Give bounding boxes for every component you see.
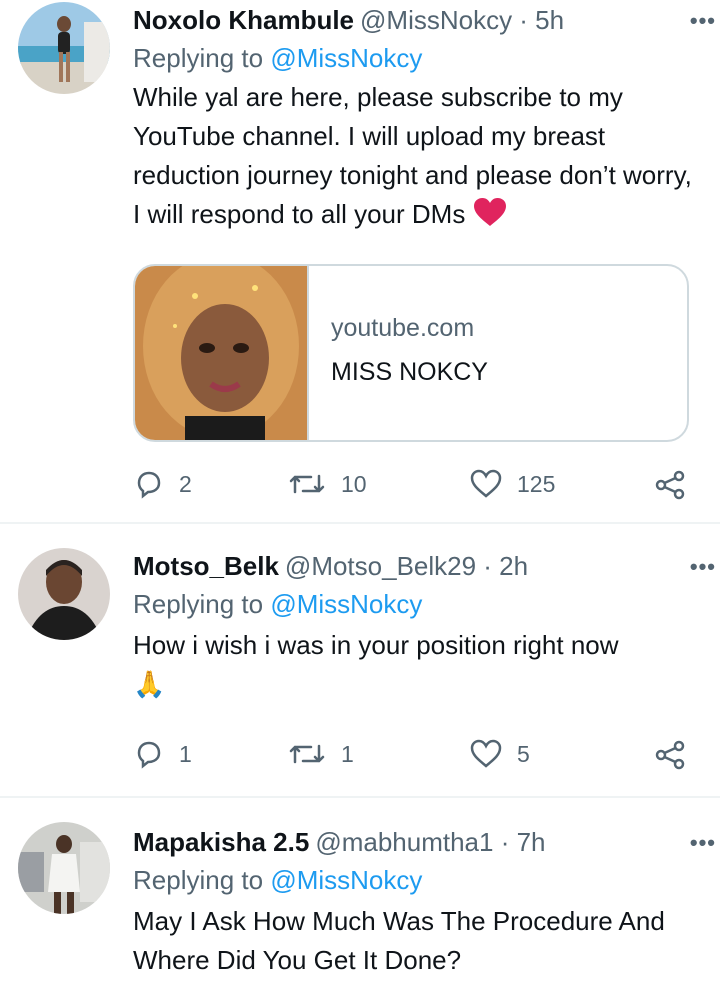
handle-and-time[interactable]: @mabhumtha1 · 7h [315,827,545,857]
handle-and-time[interactable]: @Motso_Belk29 · 2h [285,551,528,581]
tweet-text: While yal are here, please subscribe to … [133,78,700,238]
card-domain: youtube.com [331,314,475,342]
reply-button[interactable]: 2 [133,464,192,504]
display-name[interactable]: Noxolo Khambule [133,5,354,35]
reply-icon [137,741,161,769]
retweet-count: 10 [341,470,367,497]
tweet-1[interactable]: Noxolo Khambule @MissNokcy · 5h Replying … [0,0,720,520]
replying-to-line: Replying to @MissNokcy [133,40,700,76]
replying-to-line: Replying to @MissNokcy [133,862,700,898]
more-icon[interactable]: ••• [690,830,716,856]
reply-icon [137,471,161,499]
link-card[interactable]: youtube.com MISS NOKCY [133,264,689,442]
retweet-count: 1 [341,740,354,767]
like-count: 5 [517,740,530,767]
tweet-actions: 2 10 125 [133,464,693,504]
reply-count: 2 [179,470,192,497]
tweet-header: Mapakisha 2.5 @mabhumtha1 · 7h [133,824,700,860]
red-heart-emoji [473,197,507,238]
avatar-motso[interactable] [18,548,110,640]
folded-hands-emoji: 🙏 [133,669,166,699]
tweet-text: How i wish i was in your position right … [133,626,700,704]
more-icon[interactable]: ••• [690,554,716,580]
share-icon [655,470,685,500]
share-button[interactable] [653,464,687,504]
retweet-button[interactable]: 1 [287,734,354,774]
like-icon [470,469,502,498]
tweet-header: Noxolo Khambule @MissNokcy · 5h [133,2,700,38]
replying-to-line: Replying to @MissNokcy [133,586,700,622]
divider [0,522,720,524]
tweet-3[interactable]: Mapakisha 2.5 @mabhumtha1 · 7h Replying t… [0,814,720,997]
avatar-noxolo[interactable] [18,2,110,94]
replying-to-link[interactable]: @MissNokcy [270,43,422,73]
tweet-body: May I Ask How Much Was The Procedure And… [133,906,665,975]
tweet-2[interactable]: Motso_Belk @Motso_Belk29 · 2h Replying to… [0,540,720,790]
tweet-header: Motso_Belk @Motso_Belk29 · 2h [133,548,700,584]
avatar-mapakisha[interactable] [18,822,110,914]
replying-to-link[interactable]: @MissNokcy [270,865,422,895]
replying-prefix: Replying to [133,43,264,73]
tweet-actions: 1 1 5 [133,734,693,774]
card-title: MISS NOKCY [331,358,488,386]
like-button[interactable]: 125 [469,464,555,504]
share-button[interactable] [653,734,687,774]
divider [0,796,720,798]
retweet-icon [289,744,325,764]
like-button[interactable]: 5 [469,734,530,774]
reply-button[interactable]: 1 [133,734,192,774]
display-name[interactable]: Motso_Belk [133,551,279,581]
tweet-text: May I Ask How Much Was The Procedure And… [133,902,700,980]
replying-prefix: Replying to [133,589,264,619]
replying-prefix: Replying to [133,865,264,895]
display-name[interactable]: Mapakisha 2.5 [133,827,309,857]
more-icon[interactable]: ••• [690,8,716,34]
like-count: 125 [517,470,556,497]
card-thumbnail [135,266,309,440]
replying-to-link[interactable]: @MissNokcy [270,589,422,619]
handle-and-time[interactable]: @MissNokcy · 5h [360,5,564,35]
reply-count: 1 [179,740,192,767]
tweet-body: How i wish i was in your position right … [133,630,619,660]
share-icon [655,740,685,770]
retweet-icon [289,474,325,494]
like-icon [470,739,502,768]
tweet-body: While yal are here, please subscribe to … [133,82,692,229]
retweet-button[interactable]: 10 [287,464,367,504]
